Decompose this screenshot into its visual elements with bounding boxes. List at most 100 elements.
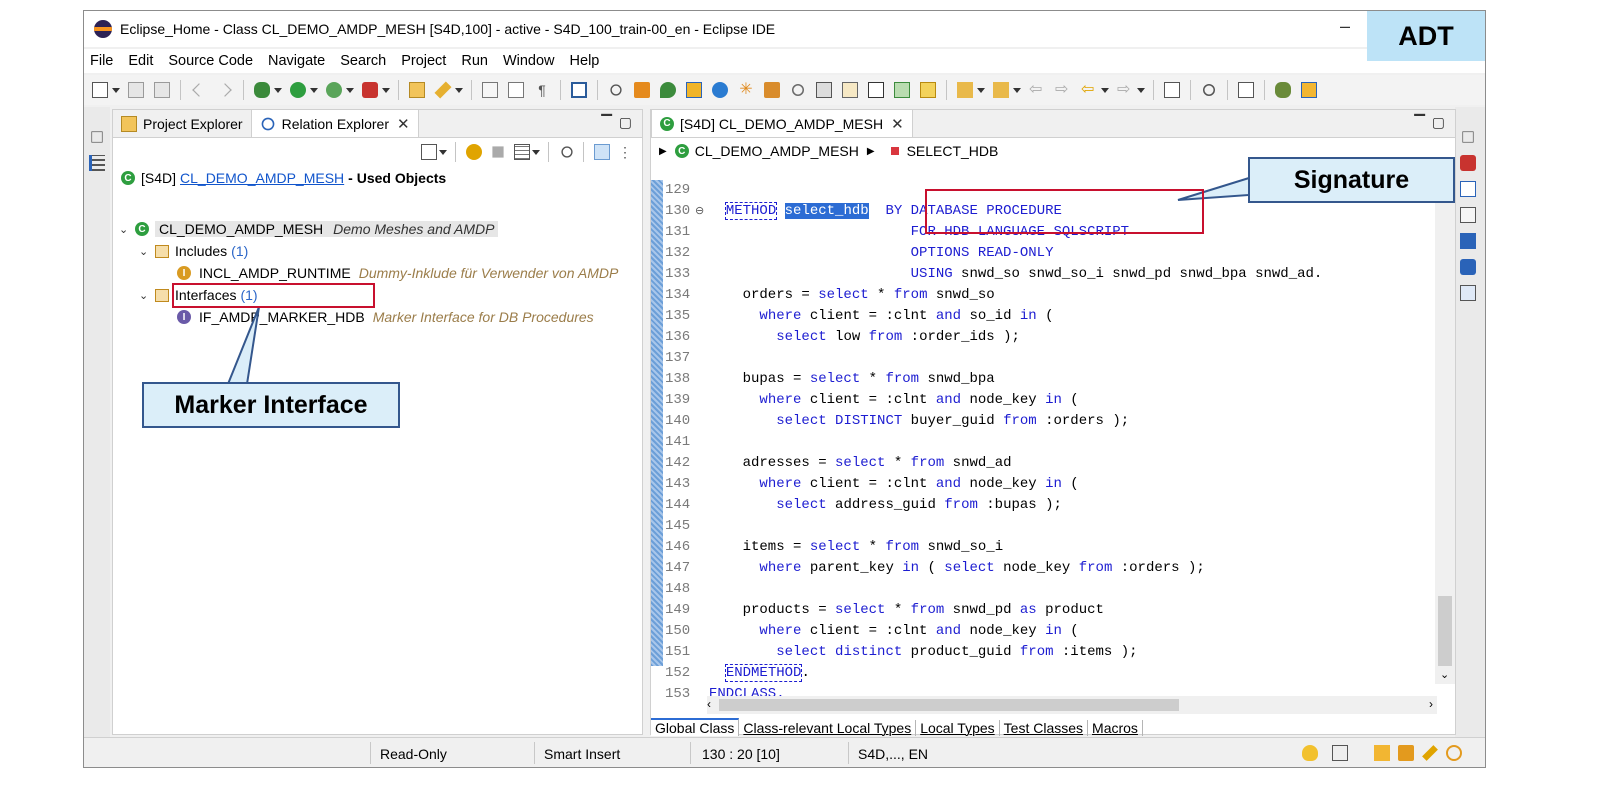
pin-editor-icon[interactable] xyxy=(894,82,910,98)
run-config-dropdown-icon[interactable] xyxy=(346,87,354,93)
last-edit-icon[interactable]: ⇦ xyxy=(1029,82,1045,98)
object-link[interactable]: CL_DEMO_AMDP_MESH xyxy=(180,170,344,186)
menu-file[interactable]: File xyxy=(90,53,113,69)
feed-icon[interactable] xyxy=(1460,259,1476,275)
map-icon[interactable] xyxy=(1374,745,1390,761)
code-area[interactable]: 129 130 ⊖ METHOD select_hdb BY DATABASE PR… xyxy=(651,174,1437,702)
scroll-left-icon[interactable]: ‹ xyxy=(707,697,711,711)
activate-icon[interactable] xyxy=(686,82,702,98)
refactor-icon[interactable] xyxy=(842,82,858,98)
refresh-icon[interactable] xyxy=(466,144,482,160)
menu-run[interactable]: Run xyxy=(461,53,488,69)
vertical-scrollbar[interactable]: ⌃ ⌄ xyxy=(1435,174,1455,684)
scroll-down-icon[interactable]: ⌄ xyxy=(1440,668,1449,681)
factory-icon[interactable] xyxy=(764,82,780,98)
external-tools-icon[interactable] xyxy=(362,82,378,98)
tree-row-include-item[interactable]: I INCL_AMDP_RUNTIME Dummy-Inklude für Ve… xyxy=(177,262,618,284)
wand-dropdown-icon[interactable] xyxy=(455,87,463,93)
minimize-button[interactable]: – xyxy=(1333,15,1357,39)
debug-perspective-icon[interactable] xyxy=(1275,82,1291,98)
new-icon[interactable] xyxy=(92,82,108,98)
document-icon[interactable] xyxy=(508,82,524,98)
restore-icon[interactable] xyxy=(91,131,103,143)
wand-icon[interactable] xyxy=(434,81,452,99)
back-dropdown-icon[interactable] xyxy=(1101,87,1109,93)
outline-icon[interactable] xyxy=(89,155,105,171)
prev-annotation-icon[interactable] xyxy=(993,82,1009,98)
progress-icon[interactable] xyxy=(1332,745,1348,761)
external-tools-dropdown-icon[interactable] xyxy=(382,87,390,93)
maximize-view-icon[interactable]: ▢ xyxy=(619,114,632,131)
chevron-down-icon[interactable]: ⌄ xyxy=(119,223,129,236)
tab-global-class[interactable]: Global Class xyxy=(651,718,740,736)
next-annotation-icon[interactable] xyxy=(957,82,973,98)
restore-icon[interactable] xyxy=(1462,131,1474,143)
open-folder-icon[interactable] xyxy=(409,82,425,98)
tab-relation-explorer[interactable]: Relation Explorer ✕ xyxy=(250,110,419,137)
list-dropdown-icon[interactable] xyxy=(532,149,540,155)
debug-dropdown-icon[interactable] xyxy=(274,87,282,93)
minimize-view-icon[interactable]: ▔ xyxy=(601,114,612,131)
run-icon[interactable] xyxy=(290,82,306,98)
pilcrow-icon[interactable]: ¶ xyxy=(534,82,550,98)
tab-editor-class[interactable]: C [S4D] CL_DEMO_AMDP_MESH ✕ xyxy=(651,110,913,137)
highlight-icon[interactable] xyxy=(920,82,936,98)
menu-search[interactable]: Search xyxy=(340,53,386,69)
console-icon[interactable] xyxy=(571,82,587,98)
external-link-icon[interactable] xyxy=(1164,82,1180,98)
chevron-right-icon[interactable]: ▶ xyxy=(659,146,667,157)
menu-project[interactable]: Project xyxy=(401,53,446,69)
undo-icon[interactable] xyxy=(192,83,206,97)
search-icon[interactable] xyxy=(1203,84,1215,96)
compare-icon[interactable] xyxy=(482,82,498,98)
search-object-icon[interactable] xyxy=(610,84,622,96)
prev-annotation-dropdown-icon[interactable] xyxy=(1013,87,1021,93)
next-annotation-dropdown-icon[interactable] xyxy=(977,87,985,93)
breadcrumb-class[interactable]: CL_DEMO_AMDP_MESH xyxy=(695,143,859,159)
tree-row-root[interactable]: ⌄ C CL_DEMO_AMDP_MESH Demo Meshes and AMD… xyxy=(119,218,499,240)
list-icon[interactable] xyxy=(514,144,530,160)
chevron-down-icon[interactable]: ⌄ xyxy=(139,245,149,258)
abap-perspective-icon[interactable] xyxy=(1301,82,1317,98)
menu-edit[interactable]: Edit xyxy=(128,53,153,69)
stop-icon[interactable] xyxy=(492,146,504,158)
new-dropdown-icon[interactable] xyxy=(112,87,120,93)
close-icon[interactable]: ✕ xyxy=(891,115,904,133)
feedback-smiley-icon[interactable] xyxy=(1446,745,1462,761)
menu-help[interactable]: Help xyxy=(570,53,600,69)
problems-icon[interactable] xyxy=(1460,207,1476,223)
help-book-icon[interactable] xyxy=(1460,233,1476,249)
link-with-editor-icon[interactable] xyxy=(594,144,610,160)
forward-edit-icon[interactable]: ⇨ xyxy=(1055,82,1071,98)
horizontal-scroll-thumb[interactable] xyxy=(719,699,1179,711)
properties-icon[interactable] xyxy=(1460,181,1476,197)
check-icon[interactable] xyxy=(712,82,728,98)
filter-icon[interactable] xyxy=(561,146,573,158)
tab-class-relevant-local-types[interactable]: Class-relevant Local Types xyxy=(739,720,917,736)
menu-window[interactable]: Window xyxy=(503,53,555,69)
spark-icon[interactable]: ✳ xyxy=(738,82,754,98)
menu-navigate[interactable]: Navigate xyxy=(268,53,325,69)
tab-macros[interactable]: Macros xyxy=(1088,720,1143,736)
chevron-right-icon[interactable]: ▶ xyxy=(867,146,875,157)
tab-local-types[interactable]: Local Types xyxy=(916,720,1000,736)
horizontal-scrollbar[interactable]: ‹ › xyxy=(707,696,1437,714)
bookmarks-icon[interactable] xyxy=(1460,155,1476,171)
forward-icon[interactable]: ⇨ xyxy=(1117,82,1133,98)
back-icon[interactable]: ⇦ xyxy=(1081,82,1097,98)
tab-test-classes[interactable]: Test Classes xyxy=(1000,720,1089,736)
transport-icon[interactable] xyxy=(792,84,804,96)
view-type-dropdown-icon[interactable] xyxy=(439,149,447,155)
view-menu-icon[interactable]: ⋮ xyxy=(618,144,632,161)
open-perspective-icon[interactable] xyxy=(1238,82,1254,98)
transport-organizer-icon[interactable] xyxy=(1460,285,1476,301)
save-all-icon[interactable] xyxy=(154,82,170,98)
minimize-view-icon[interactable]: ▔ xyxy=(1414,114,1425,131)
graduation-cap-icon[interactable] xyxy=(1398,745,1414,761)
printer-icon[interactable] xyxy=(816,82,832,98)
lightbulb-icon[interactable] xyxy=(1302,745,1318,761)
run-config-icon[interactable] xyxy=(326,82,342,98)
redo-icon[interactable] xyxy=(218,83,232,97)
maximize-view-icon[interactable]: ▢ xyxy=(1432,114,1445,131)
chevron-down-icon[interactable]: ⌄ xyxy=(139,289,149,302)
